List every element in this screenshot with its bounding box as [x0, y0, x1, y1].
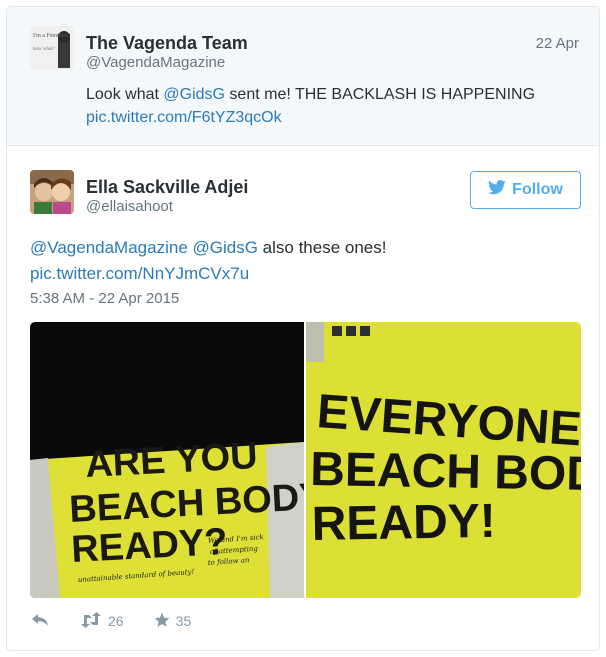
- author-display-name[interactable]: Ella Sackville Adjei: [86, 177, 248, 198]
- follow-button[interactable]: Follow: [470, 171, 581, 209]
- mention-vagenda-link[interactable]: @VagendaMagazine: [30, 238, 188, 257]
- parent-pic-link[interactable]: pic.twitter.com/F6tYZ3qcOk: [86, 109, 282, 126]
- parent-tweet: I'm a Feminist, now what? The Vagenda Te…: [7, 7, 599, 146]
- twitter-bird-icon: [488, 180, 506, 200]
- retweet-icon: [80, 611, 102, 631]
- mention-gidsg-link[interactable]: @GidsG: [193, 238, 258, 257]
- tweet-text-body: also these ones!: [257, 238, 387, 257]
- reply-action[interactable]: [30, 612, 50, 631]
- author-avatar[interactable]: [30, 170, 74, 214]
- pic-link[interactable]: pic.twitter.com/NnYJmCVx7u: [30, 264, 249, 283]
- svg-text:I'm a Feminist,: I'm a Feminist,: [33, 33, 69, 39]
- tweet-embed-card: I'm a Feminist, now what? The Vagenda Te…: [6, 6, 600, 651]
- parent-avatar[interactable]: I'm a Feminist, now what?: [30, 26, 74, 70]
- author-handle[interactable]: @ellaisahoot: [86, 198, 173, 215]
- tweet-timestamp[interactable]: 5:38 AM - 22 Apr 2015: [30, 290, 179, 307]
- reply-icon: [30, 612, 50, 631]
- poster-right-line2: BEACH BODY: [310, 443, 581, 502]
- retweet-count: 26: [108, 613, 124, 629]
- parent-text-pre: Look what: [86, 86, 164, 103]
- poster-right-line3: READY!: [311, 495, 496, 551]
- favorite-count: 35: [175, 613, 192, 629]
- photo-left[interactable]: ARE YOU BEACH BODY READY? We and I'm sic…: [30, 322, 326, 598]
- parent-date[interactable]: 22 Apr: [536, 35, 579, 52]
- parent-handle[interactable]: @VagendaMagazine: [86, 54, 225, 71]
- parent-display-name[interactable]: The Vagenda Team: [86, 33, 248, 54]
- svg-text:now what?: now what?: [33, 47, 56, 52]
- retweet-action[interactable]: 26: [80, 611, 124, 631]
- parent-text-post: sent me! THE BACKLASH IS HAPPENING: [224, 86, 536, 103]
- tweet-photos: ARE YOU BEACH BODY READY? We and I'm sic…: [30, 322, 581, 598]
- tweet-text: @VagendaMagazine @GidsG also these ones!…: [30, 235, 580, 287]
- poster-left-line3: READY?: [70, 521, 228, 571]
- favorite-action[interactable]: 35: [154, 612, 192, 631]
- tweet-actions: 26 35: [30, 609, 221, 633]
- parent-mention-link[interactable]: @GidsG: [163, 86, 225, 103]
- star-icon: [154, 612, 170, 631]
- photo-right[interactable]: EVERYONE IS BEACH BODY READY!: [306, 322, 581, 598]
- parent-tweet-text: Look what @GidsG sent me! THE BACKLASH I…: [86, 83, 586, 129]
- follow-label: Follow: [512, 181, 563, 198]
